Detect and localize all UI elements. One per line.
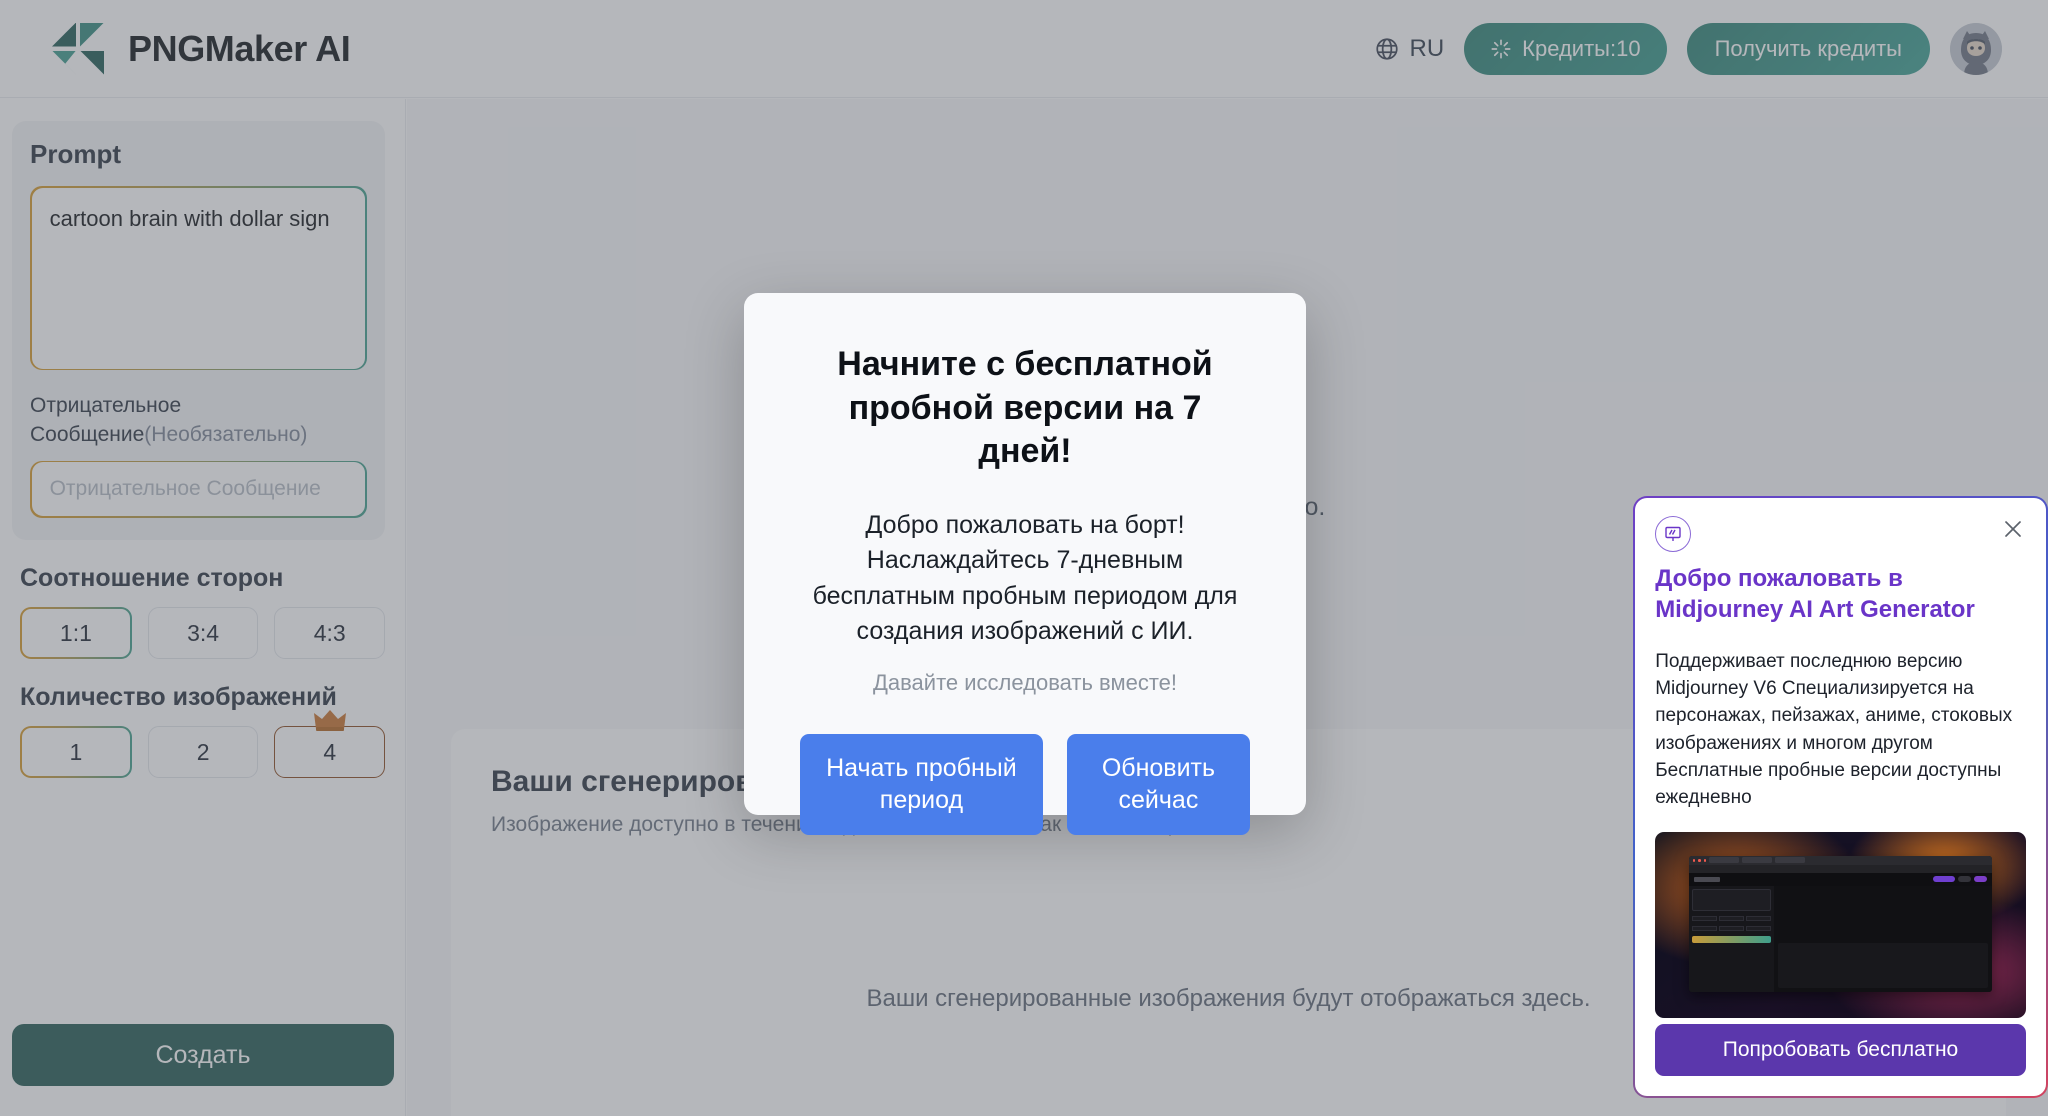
modal-body-line-2: Наслаждайтесь 7-дневным xyxy=(866,546,1184,575)
promo-badge xyxy=(1655,516,1692,553)
promo-header xyxy=(1655,516,2026,553)
modal-note: Давайте исследовать вместе! xyxy=(872,669,1178,695)
start-trial-button[interactable]: Начать пробный период xyxy=(800,733,1043,835)
free-trial-modal: Начните с бесплатной пробной версии на 7… xyxy=(744,293,1306,835)
modal-body: Добро пожаловать на борт! Наслаждайтесь … xyxy=(800,508,1250,650)
promo-try-free-button[interactable]: Попробовать бесплатно xyxy=(1655,1023,2026,1076)
midjourney-app-screenshot xyxy=(1655,831,2026,1018)
close-icon[interactable] xyxy=(2000,516,2026,542)
midjourney-promo-panel: Добро пожаловать в Midjourney AI Art Gen… xyxy=(1633,496,2048,1098)
upgrade-now-button[interactable]: Обновить сейчас xyxy=(1066,733,1250,835)
modal-body-line-3: бесплатным пробным периодом для xyxy=(812,581,1238,610)
modal-body-line-1: Добро пожаловать на борт! xyxy=(865,510,1185,539)
modal-body-line-4: создания изображений с ИИ. xyxy=(856,617,1194,646)
modal-title: Начните с бесплатной пробной версии на 7… xyxy=(837,345,1213,471)
promo-title: Добро пожаловать в Midjourney AI Art Gen… xyxy=(1655,565,1975,623)
easel-icon xyxy=(1665,526,1681,542)
app-root: PNGMaker AI RU Кредиты:10 Получить креди… xyxy=(0,0,2048,1116)
promo-description: Поддерживает последнюю версию Midjourney… xyxy=(1655,650,2013,809)
modal-actions: Начать пробный период Обновить сейчас xyxy=(800,733,1250,835)
